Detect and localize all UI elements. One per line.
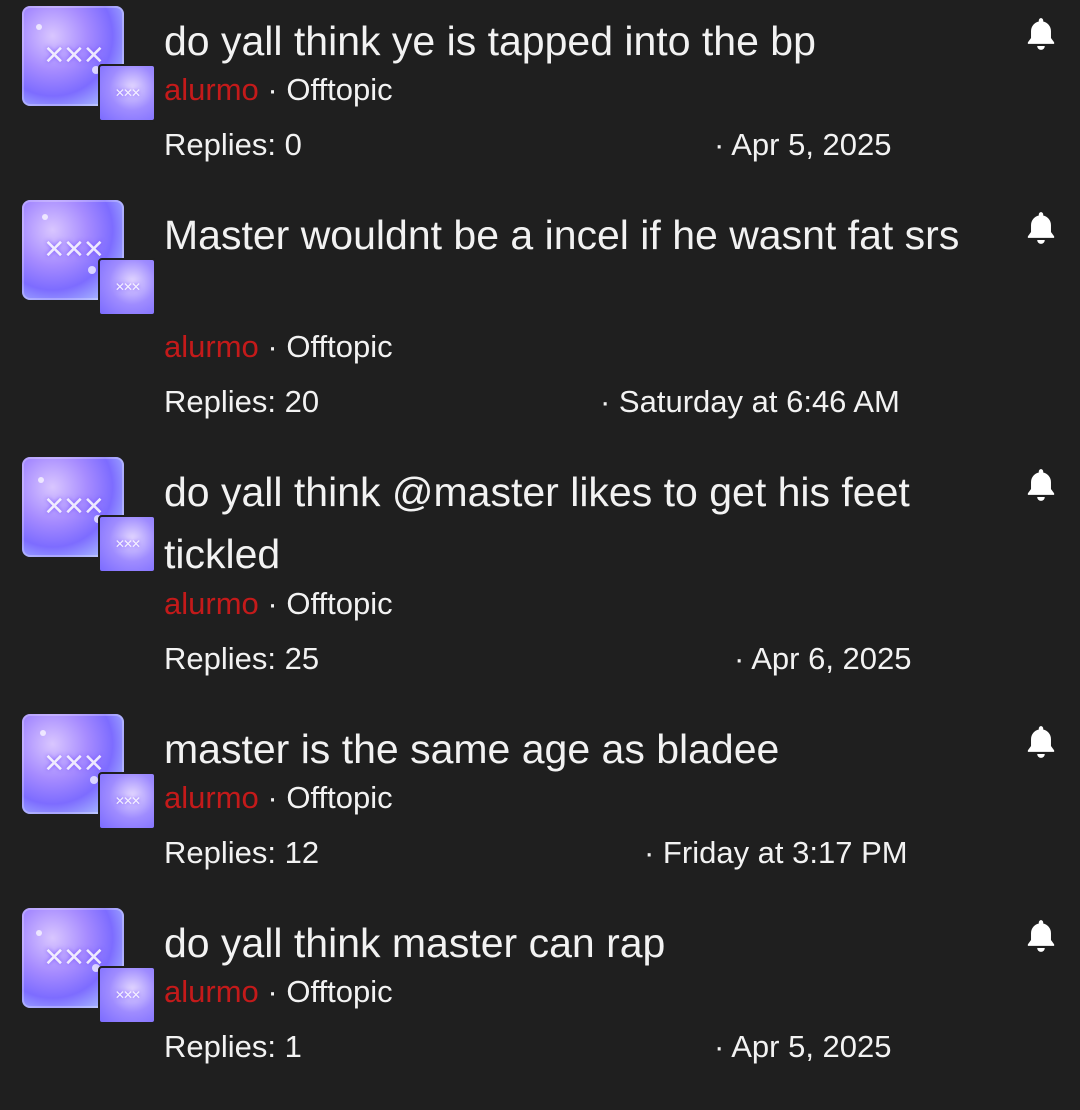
last-post-date[interactable]: · Apr 6, 2025 xyxy=(734,641,912,677)
reply-count: Replies: 0 xyxy=(164,127,302,162)
thread-item[interactable]: ✕✕✕ ✕✕✕ do yall think @master likes to g… xyxy=(0,451,1080,707)
thread-title[interactable]: do yall think master can rap xyxy=(164,912,984,974)
bell-icon[interactable] xyxy=(1022,208,1060,248)
author-link[interactable]: alurmo xyxy=(164,780,259,815)
meta-separator: · xyxy=(267,586,278,621)
last-post-date[interactable]: · Apr 5, 2025 xyxy=(714,127,892,163)
bell-icon[interactable] xyxy=(1022,465,1060,505)
thread-title[interactable]: do yall think ye is tapped into the bp xyxy=(164,10,984,72)
reply-count: Replies: 20 xyxy=(164,384,320,419)
forum-avatar: ✕✕✕ xyxy=(98,515,156,573)
meta-separator: · xyxy=(267,72,278,107)
last-post-date[interactable]: · Friday at 3:17 PM xyxy=(644,835,908,871)
forum-link[interactable]: Offtopic xyxy=(286,72,392,107)
thread-meta: alurmo · Offtopic xyxy=(164,780,393,816)
thread-title[interactable]: Master wouldnt be a incel if he wasnt fa… xyxy=(164,204,984,266)
last-post-date[interactable]: · Apr 5, 2025 xyxy=(714,1029,892,1065)
reply-count: Replies: 1 xyxy=(164,1029,302,1064)
meta-separator: · xyxy=(267,974,278,1009)
meta-separator: · xyxy=(267,329,278,364)
forum-avatar: ✕✕✕ xyxy=(98,64,156,122)
bell-icon[interactable] xyxy=(1022,916,1060,956)
thread-title[interactable]: master is the same age as bladee xyxy=(164,718,984,780)
forum-link[interactable]: Offtopic xyxy=(286,780,392,815)
forum-avatar: ✕✕✕ xyxy=(98,772,156,830)
bell-icon[interactable] xyxy=(1022,722,1060,762)
author-link[interactable]: alurmo xyxy=(164,586,259,621)
thread-item[interactable]: ✕✕✕ ✕✕✕ master is the same age as bladee… xyxy=(0,708,1080,902)
thread-meta: alurmo · Offtopic xyxy=(164,72,393,108)
author-link[interactable]: alurmo xyxy=(164,329,259,364)
thread-meta: alurmo · Offtopic xyxy=(164,586,393,622)
meta-separator: · xyxy=(267,780,278,815)
author-link[interactable]: alurmo xyxy=(164,974,259,1009)
forum-avatar: ✕✕✕ xyxy=(98,966,156,1024)
thread-title[interactable]: do yall think @master likes to get his f… xyxy=(164,461,984,585)
thread-item[interactable]: ✕✕✕ ✕✕✕ do yall think ye is tapped into … xyxy=(0,0,1080,194)
last-post-date[interactable]: · Saturday at 6:46 AM xyxy=(600,384,900,420)
author-link[interactable]: alurmo xyxy=(164,72,259,107)
thread-meta: alurmo · Offtopic xyxy=(164,329,393,365)
thread-meta: alurmo · Offtopic xyxy=(164,974,393,1010)
forum-link[interactable]: Offtopic xyxy=(286,329,392,364)
thread-item[interactable]: ✕✕✕ ✕✕✕ Master wouldnt be a incel if he … xyxy=(0,194,1080,450)
forum-link[interactable]: Offtopic xyxy=(286,586,392,621)
reply-count: Replies: 12 xyxy=(164,835,320,870)
thread-item[interactable]: ✕✕✕ ✕✕✕ do yall think master can rap alu… xyxy=(0,902,1080,1096)
reply-count: Replies: 25 xyxy=(164,641,320,676)
forum-avatar: ✕✕✕ xyxy=(98,258,156,316)
forum-link[interactable]: Offtopic xyxy=(286,974,392,1009)
bell-icon[interactable] xyxy=(1022,14,1060,54)
